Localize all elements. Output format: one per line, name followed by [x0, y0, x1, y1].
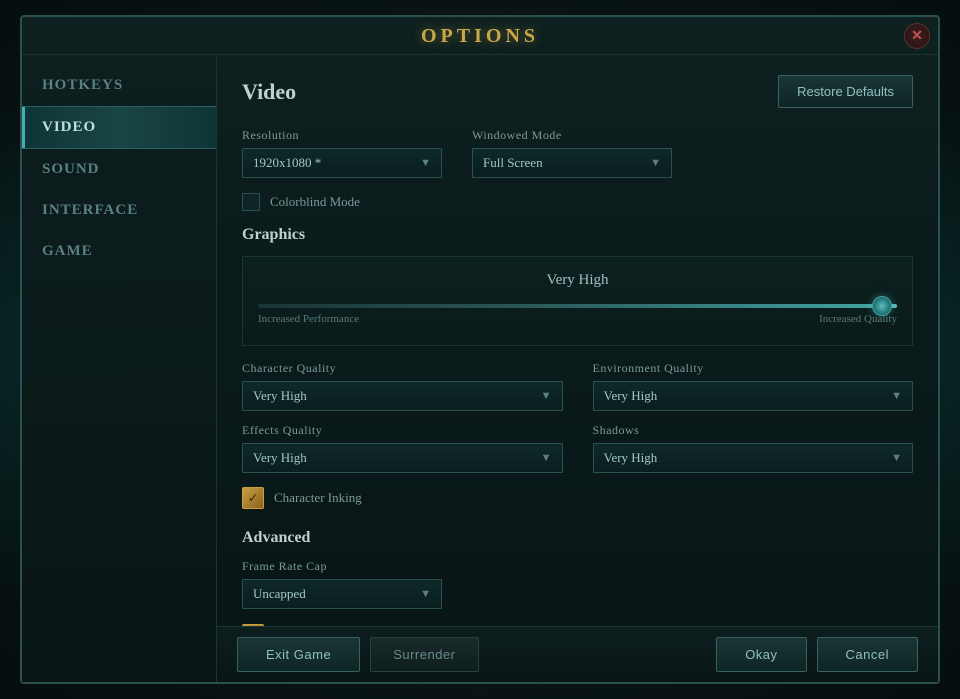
resolution-arrow-icon: ▼ [420, 157, 431, 169]
sidebar-item-interface[interactable]: INTERFACE [22, 190, 216, 231]
modal-title: OPTIONS [421, 25, 539, 47]
graphics-panel: Very High Increased Performance Increase… [242, 256, 913, 346]
effects-quality-value: Very High [253, 450, 307, 466]
character-inking-checkbox[interactable]: ✓ [242, 487, 264, 509]
sidebar-item-game[interactable]: GAME [22, 231, 216, 272]
restore-defaults-button[interactable]: Restore Defaults [778, 75, 913, 108]
advanced-subtitle: Advanced [242, 529, 913, 547]
close-button[interactable]: ✕ [904, 23, 930, 49]
quality-preset-label: Very High [258, 272, 897, 289]
frame-rate-row: Frame Rate Cap Uncapped ▼ [242, 559, 913, 609]
character-quality-value: Very High [253, 388, 307, 404]
resolution-row: Resolution 1920x1080 * ▼ Windowed Mode F… [242, 128, 913, 178]
character-quality-label: Character Quality [242, 361, 563, 376]
surrender-button[interactable]: Surrender [370, 637, 478, 672]
frame-rate-dropdown[interactable]: Uncapped ▼ [242, 579, 442, 609]
section-title: Video [242, 79, 296, 105]
effects-quality-label: Effects Quality [242, 423, 563, 438]
okay-button[interactable]: Okay [716, 637, 806, 672]
windowed-mode-arrow-icon: ▼ [650, 157, 661, 169]
sidebar-item-sound[interactable]: SOUND [22, 149, 216, 190]
exit-game-button[interactable]: Exit Game [237, 637, 360, 672]
content-area: Video Restore Defaults Resolution 1920x1… [217, 55, 938, 626]
section-header-row: Video Restore Defaults [242, 75, 913, 108]
shadows-value: Very High [604, 450, 658, 466]
colorblind-row: Colorblind Mode [242, 193, 913, 211]
slider-labels: Increased Performance Increased Quality [258, 313, 897, 325]
environment-quality-value: Very High [604, 388, 658, 404]
frame-rate-group: Frame Rate Cap Uncapped ▼ [242, 559, 442, 609]
shadows-dropdown[interactable]: Very High ▼ [593, 443, 914, 473]
effects-quality-group: Effects Quality Very High ▼ [242, 423, 563, 473]
frame-rate-arrow-icon: ▼ [420, 588, 431, 600]
colorblind-label: Colorblind Mode [270, 194, 360, 210]
environment-quality-arrow-icon: ▼ [891, 390, 902, 402]
modal-body: HOTKEYS VIDEO SOUND INTERFACE GAME Video… [22, 55, 938, 682]
bottom-right-buttons: Okay Cancel [716, 637, 918, 672]
quality-slider-container: Increased Performance Increased Quality [258, 299, 897, 330]
options-modal: OPTIONS ✕ HOTKEYS VIDEO SOUND INTERFACE … [20, 15, 940, 684]
shadows-arrow-icon: ▼ [891, 452, 902, 464]
quality-slider-track [258, 304, 897, 308]
sidebar-item-hotkeys[interactable]: HOTKEYS [22, 65, 216, 106]
environment-quality-label: Environment Quality [593, 361, 914, 376]
quality-dropdowns-grid: Character Quality Very High ▼ Environmen… [242, 361, 913, 473]
quality-slider-thumb[interactable] [872, 296, 892, 316]
windowed-mode-label: Windowed Mode [472, 128, 672, 143]
sidebar: HOTKEYS VIDEO SOUND INTERFACE GAME [22, 55, 217, 682]
windowed-mode-dropdown[interactable]: Full Screen ▼ [472, 148, 672, 178]
cancel-button[interactable]: Cancel [817, 637, 918, 672]
main-content: Video Restore Defaults Resolution 1920x1… [217, 55, 938, 682]
colorblind-checkbox[interactable] [242, 193, 260, 211]
effects-quality-arrow-icon: ▼ [541, 452, 552, 464]
anti-aliasing-row: ✓ Anti-Aliasing [242, 624, 913, 626]
character-quality-group: Character Quality Very High ▼ [242, 361, 563, 411]
character-quality-dropdown[interactable]: Very High ▼ [242, 381, 563, 411]
character-inking-label: Character Inking [274, 490, 362, 506]
resolution-label: Resolution [242, 128, 442, 143]
bottom-left-buttons: Exit Game Surrender [237, 637, 479, 672]
effects-quality-dropdown[interactable]: Very High ▼ [242, 443, 563, 473]
resolution-group: Resolution 1920x1080 * ▼ [242, 128, 442, 178]
resolution-value: 1920x1080 * [253, 155, 321, 171]
frame-rate-value: Uncapped [253, 586, 306, 602]
windowed-mode-value: Full Screen [483, 155, 543, 171]
windowed-mode-group: Windowed Mode Full Screen ▼ [472, 128, 672, 178]
character-inking-row: ✓ Character Inking [242, 487, 913, 509]
sidebar-item-video[interactable]: VIDEO [22, 106, 216, 149]
modal-header: OPTIONS ✕ [22, 17, 938, 55]
shadows-group: Shadows Very High ▼ [593, 423, 914, 473]
shadows-label: Shadows [593, 423, 914, 438]
environment-quality-dropdown[interactable]: Very High ▼ [593, 381, 914, 411]
slider-left-label: Increased Performance [258, 313, 359, 325]
graphics-subtitle: Graphics [242, 226, 913, 244]
character-quality-arrow-icon: ▼ [541, 390, 552, 402]
anti-aliasing-checkbox[interactable]: ✓ [242, 624, 264, 626]
frame-rate-label: Frame Rate Cap [242, 559, 442, 574]
resolution-dropdown[interactable]: 1920x1080 * ▼ [242, 148, 442, 178]
environment-quality-group: Environment Quality Very High ▼ [593, 361, 914, 411]
bottom-bar: Exit Game Surrender Okay Cancel [217, 626, 938, 682]
